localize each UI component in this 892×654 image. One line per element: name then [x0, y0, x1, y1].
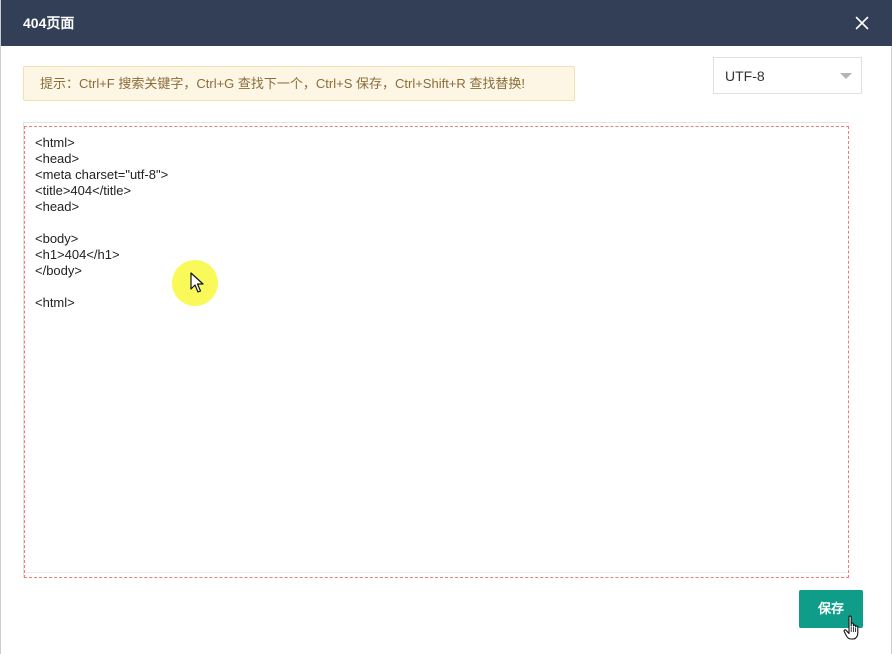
code-line: <html>	[35, 295, 75, 310]
dialog-title: 404页面	[23, 15, 75, 31]
file-editor-dialog: 404页面 提示：Ctrl+F 搜索关键字，Ctrl+G 查找下一个，Ctrl+…	[0, 0, 892, 654]
code-line: <h1>404</h1>	[35, 247, 120, 262]
close-icon	[855, 16, 869, 30]
dialog-titlebar: 404页面	[1, 0, 892, 46]
close-button[interactable]	[851, 12, 873, 34]
arrow-pointer-icon	[190, 272, 204, 293]
code-editor[interactable]: <html> <head> <meta charset="utf-8"> <ti…	[24, 126, 849, 578]
code-line: <head>	[35, 199, 80, 214]
encoding-select[interactable]: UTF-8	[713, 57, 862, 94]
shortcut-hint: 提示：Ctrl+F 搜索关键字，Ctrl+G 查找下一个，Ctrl+S 保存，C…	[23, 66, 575, 101]
code-line: <html>	[35, 135, 75, 150]
code-content[interactable]: <html> <head> <meta charset="utf-8"> <ti…	[35, 135, 168, 311]
code-line: <title>404</title>	[35, 183, 132, 198]
encoding-selected-value: UTF-8	[725, 68, 765, 84]
chevron-down-icon	[840, 73, 852, 79]
code-line: </body>	[35, 263, 82, 278]
code-line: <head>	[35, 151, 80, 166]
code-line: <meta charset="utf-8">	[35, 167, 169, 182]
editor-scroll-divider	[26, 572, 847, 573]
code-line: <body>	[35, 231, 79, 246]
hand-pointer-icon	[843, 615, 859, 640]
